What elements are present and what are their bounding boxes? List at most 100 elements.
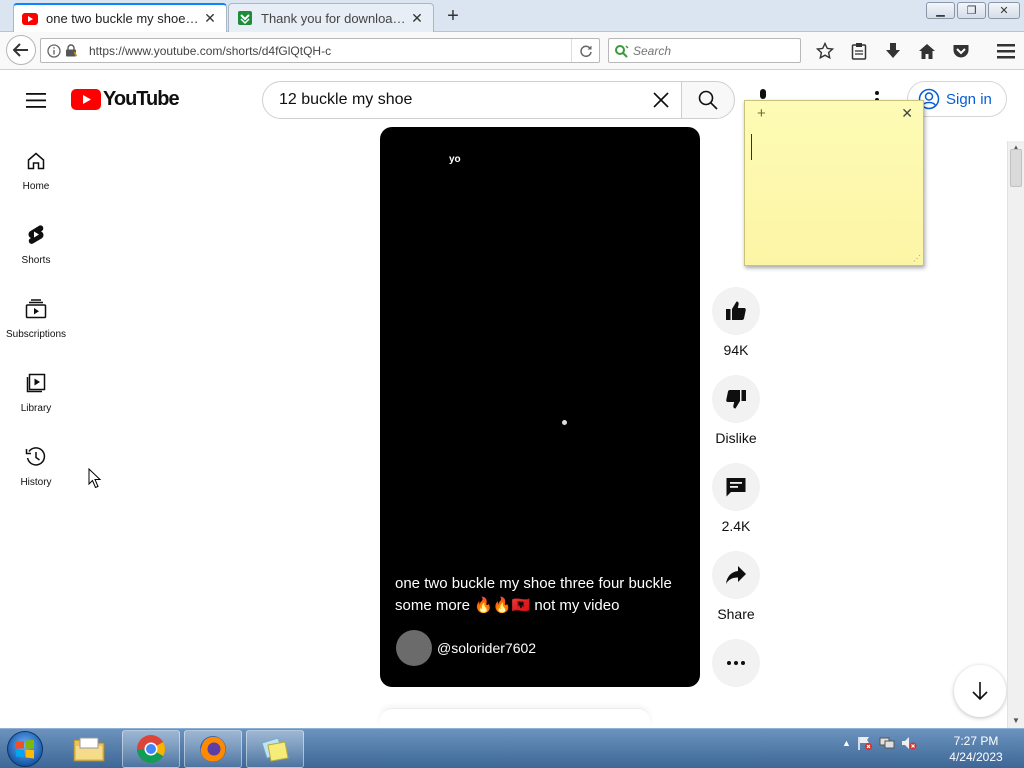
tab-youtube-short[interactable]: one two buckle my shoe th... ✕ bbox=[13, 3, 227, 32]
pocket-icon[interactable] bbox=[944, 38, 978, 64]
volume-muted-icon[interactable] bbox=[901, 735, 917, 751]
video-content-dot bbox=[562, 420, 567, 425]
channel-info[interactable]: @solorider7602 bbox=[396, 630, 536, 666]
add-note-icon[interactable]: + bbox=[757, 105, 766, 122]
subscriptions-icon bbox=[24, 297, 48, 321]
sticky-note[interactable]: + ✕ ⋰ bbox=[744, 100, 924, 266]
firefox-icon bbox=[200, 736, 226, 762]
arrow-down-icon bbox=[972, 682, 988, 701]
dislike-label: Dislike bbox=[715, 430, 757, 446]
guide-item-history[interactable]: History bbox=[0, 443, 72, 513]
close-note-icon[interactable]: ✕ bbox=[901, 105, 913, 122]
mouse-cursor-icon bbox=[88, 467, 102, 494]
dislike-button[interactable] bbox=[712, 375, 760, 423]
like-button[interactable] bbox=[712, 287, 760, 335]
guide-label: Home bbox=[22, 181, 50, 192]
guide-item-home[interactable]: Home bbox=[0, 147, 72, 217]
site-info-icon[interactable] bbox=[45, 43, 63, 58]
clock-time: 7:27 PM bbox=[953, 734, 999, 748]
share-arrow-icon bbox=[726, 566, 746, 584]
share-button[interactable] bbox=[712, 551, 760, 599]
youtube-favicon-icon bbox=[22, 11, 38, 27]
folder-icon bbox=[73, 737, 105, 762]
bookmark-star-icon[interactable] bbox=[808, 38, 842, 64]
browser-menu-icon[interactable] bbox=[994, 40, 1018, 62]
browser-search-box[interactable] bbox=[608, 38, 801, 63]
home-icon bbox=[24, 149, 48, 173]
taskbar-firefox[interactable] bbox=[184, 730, 242, 768]
channel-handle[interactable]: @solorider7602 bbox=[437, 640, 536, 656]
url-bar[interactable]: https://www.youtube.com/shorts/d4fGlQtQH… bbox=[40, 38, 600, 63]
guide-label: Subscriptions bbox=[5, 329, 67, 340]
back-arrow-icon bbox=[13, 43, 28, 57]
restore-button[interactable]: ❐ bbox=[957, 2, 986, 19]
channel-avatar[interactable] bbox=[396, 630, 432, 666]
new-tab-button[interactable]: + bbox=[442, 6, 464, 28]
taskbar-file-explorer[interactable] bbox=[60, 730, 118, 768]
comments-action: 2.4K bbox=[712, 463, 760, 534]
thumbs-down-icon bbox=[726, 390, 746, 409]
dislike-action: Dislike bbox=[712, 375, 760, 446]
reload-icon[interactable] bbox=[571, 39, 599, 62]
resize-grip-icon[interactable]: ⋰ bbox=[913, 254, 921, 263]
clear-search-icon[interactable] bbox=[641, 82, 681, 118]
next-video-button[interactable] bbox=[954, 665, 1006, 717]
close-tab-icon[interactable]: ✕ bbox=[409, 10, 425, 27]
guide-menu-icon[interactable] bbox=[24, 88, 48, 112]
page-scrollbar[interactable]: ▲ ▼ bbox=[1007, 141, 1024, 728]
system-tray: ▲ bbox=[842, 735, 917, 751]
guide-item-shorts[interactable]: Shorts bbox=[0, 221, 72, 291]
history-icon bbox=[24, 445, 48, 469]
like-action: 94K bbox=[712, 287, 760, 358]
youtube-play-icon bbox=[71, 88, 101, 110]
back-button[interactable] bbox=[6, 35, 36, 65]
close-window-button[interactable]: ✕ bbox=[988, 2, 1020, 19]
youtube-search-box[interactable]: 12 buckle my shoe bbox=[262, 81, 682, 119]
start-button[interactable] bbox=[7, 731, 43, 767]
shorts-video-player[interactable]: yo one two buckle my shoe three four buc… bbox=[380, 127, 700, 687]
taskbar-chrome[interactable] bbox=[122, 730, 180, 768]
tab-title: one two buckle my shoe th... bbox=[46, 11, 202, 26]
home-icon[interactable] bbox=[910, 38, 944, 64]
chrome-icon bbox=[137, 735, 165, 763]
close-tab-icon[interactable]: ✕ bbox=[202, 10, 218, 27]
show-hidden-icons[interactable]: ▲ bbox=[842, 738, 851, 748]
download-arrow-icon[interactable] bbox=[876, 38, 910, 64]
network-icon[interactable] bbox=[879, 735, 895, 751]
url-text: https://www.youtube.com/shorts/d4fGlQtQH… bbox=[89, 43, 332, 58]
taskbar-clock[interactable]: 7:27 PM 4/24/2023 bbox=[936, 733, 1016, 765]
share-action: Share bbox=[712, 551, 760, 622]
search-engine-icon bbox=[615, 44, 629, 58]
minimize-button[interactable]: ▁ bbox=[926, 2, 955, 19]
guide-item-subscriptions[interactable]: Subscriptions bbox=[0, 295, 72, 365]
guide-item-library[interactable]: Library bbox=[0, 369, 72, 439]
more-horizontal-icon bbox=[727, 661, 745, 665]
window-controls: ▁ ❐ ✕ bbox=[926, 2, 1020, 19]
scrollbar-thumb[interactable] bbox=[1010, 149, 1022, 187]
action-center-flag-icon[interactable] bbox=[857, 735, 873, 751]
thumbs-up-icon bbox=[726, 301, 746, 320]
comments-button[interactable] bbox=[712, 463, 760, 511]
scroll-down-arrow-icon[interactable]: ▼ bbox=[1008, 714, 1024, 728]
tab-download-page[interactable]: Thank you for downloadin... ✕ bbox=[228, 3, 434, 32]
taskbar-sticky-notes[interactable] bbox=[246, 730, 304, 768]
sign-in-label: Sign in bbox=[946, 90, 992, 108]
youtube-logo-text: YouTube bbox=[103, 87, 180, 110]
youtube-search-input[interactable]: 12 buckle my shoe bbox=[279, 91, 641, 109]
browser-toolbar bbox=[808, 38, 978, 64]
tab-title: Thank you for downloadin... bbox=[261, 10, 409, 26]
guide-label: Library bbox=[20, 403, 52, 414]
comment-icon bbox=[726, 478, 746, 497]
library-icon bbox=[24, 371, 48, 395]
library-clipboard-icon[interactable] bbox=[842, 38, 876, 64]
more-options-button[interactable] bbox=[712, 639, 760, 687]
youtube-logo[interactable]: YouTube bbox=[71, 86, 180, 112]
download-site-favicon-icon bbox=[237, 10, 253, 26]
guide-label: Shorts bbox=[21, 255, 51, 266]
youtube-search-button[interactable] bbox=[681, 81, 735, 119]
note-text-caret bbox=[751, 134, 752, 160]
browser-search-input[interactable] bbox=[633, 43, 783, 58]
comment-count: 2.4K bbox=[721, 518, 751, 534]
next-video-preview bbox=[380, 708, 650, 728]
windows-logo-icon bbox=[16, 739, 34, 759]
